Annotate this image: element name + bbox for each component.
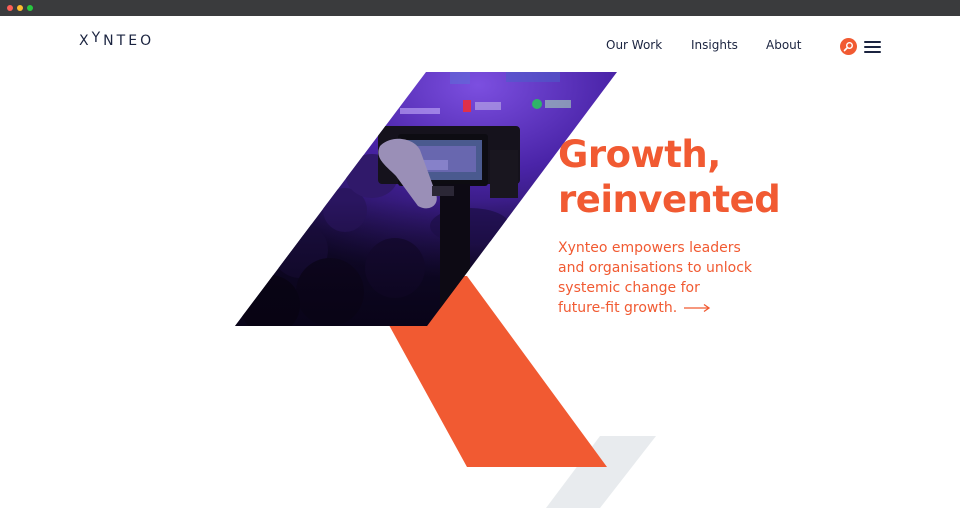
headline-line: Growth, (558, 133, 721, 176)
search-icon (843, 42, 853, 52)
main-nav: Our Work Insights About (0, 38, 960, 58)
search-button[interactable] (840, 38, 857, 55)
lede-line-with-arrow: future-fit growth. (558, 298, 788, 318)
lede-line: systemic change for (558, 280, 700, 296)
nav-link-insights[interactable]: Insights (691, 38, 738, 52)
nav-link-our-work[interactable]: Our Work (606, 38, 662, 52)
lede-line: and organisations to unlock (558, 260, 753, 276)
lede-line: Xynteo empowers leaders (558, 240, 741, 256)
hero-lede: Xynteo empowers leaders and organisation… (558, 238, 788, 318)
headline-line: reinvented (558, 178, 781, 221)
hero-headline: Growth, reinvented (558, 132, 781, 222)
arrow-right-icon[interactable] (683, 303, 711, 313)
lede-line: future-fit growth. (558, 300, 678, 316)
nav-link-about[interactable]: About (766, 38, 801, 52)
hamburger-menu-icon[interactable] (864, 41, 882, 53)
hero-artwork (235, 72, 656, 508)
